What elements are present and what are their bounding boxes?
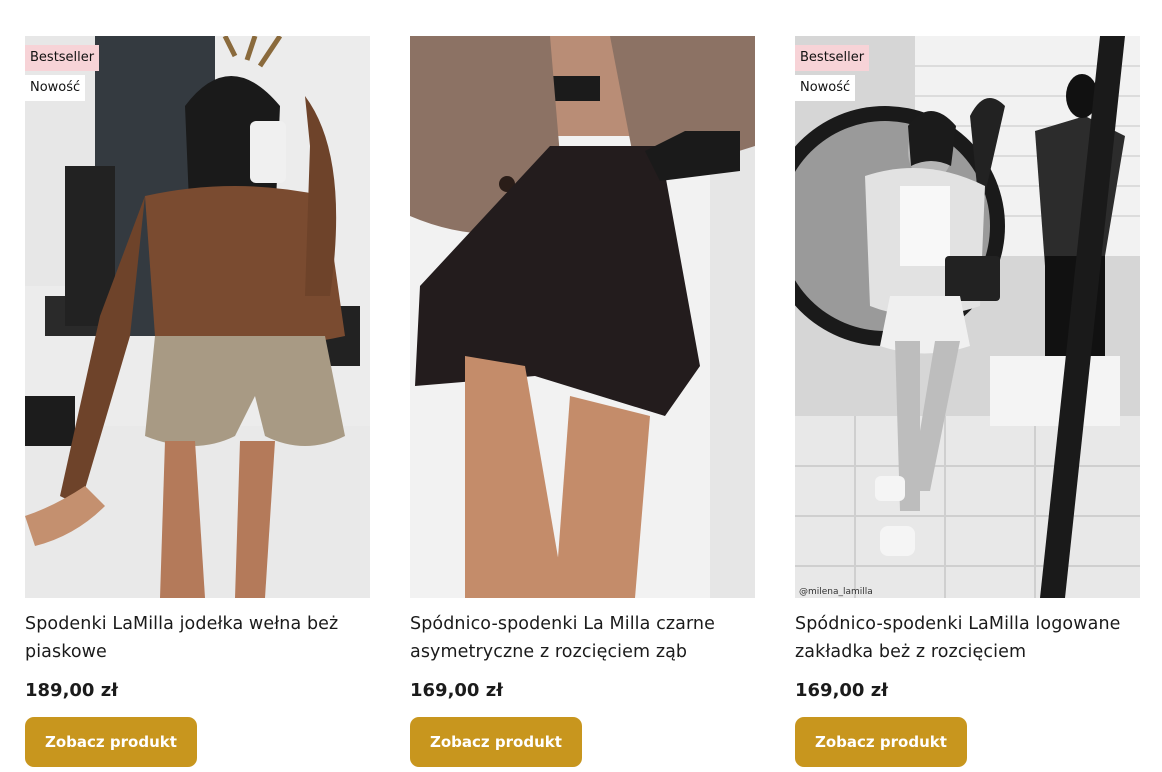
product-image-link[interactable]: @milena_lamilla Bestseller Nowość — [795, 36, 1140, 598]
product-grid: Bestseller Nowość Spodenki LaMilla jodeł… — [0, 0, 1162, 772]
image-watermark: @milena_lamilla — [799, 587, 873, 597]
product-price: 169,00 zł — [410, 680, 503, 701]
product-photo — [25, 36, 370, 598]
product-card: @milena_lamilla Bestseller Nowość Spódni… — [795, 36, 1140, 767]
view-product-button[interactable]: Zobacz produkt — [795, 717, 967, 767]
product-price: 169,00 zł — [795, 680, 888, 701]
product-image-link[interactable]: Bestseller Nowość — [25, 36, 370, 598]
product-image-link[interactable] — [410, 36, 755, 598]
product-price: 189,00 zł — [25, 680, 118, 701]
product-photo: @milena_lamilla — [795, 36, 1140, 598]
view-product-button[interactable]: Zobacz produkt — [410, 717, 582, 767]
product-card: Spódnico-spodenki La Milla czarne asymet… — [410, 36, 755, 767]
product-title[interactable]: Spódnico-spodenki LaMilla logowane zakła… — [795, 610, 1140, 666]
product-photo — [410, 36, 755, 598]
product-title[interactable]: Spódnico-spodenki La Milla czarne asymet… — [410, 610, 755, 666]
new-badge: Nowość — [795, 75, 856, 101]
bestseller-badge: Bestseller — [25, 45, 100, 71]
product-card: Bestseller Nowość Spodenki LaMilla jodeł… — [25, 36, 370, 767]
view-product-button[interactable]: Zobacz produkt — [25, 717, 197, 767]
product-title[interactable]: Spodenki LaMilla jodełka wełna beż piask… — [25, 610, 370, 666]
bestseller-badge: Bestseller — [795, 45, 870, 71]
new-badge: Nowość — [25, 75, 86, 101]
